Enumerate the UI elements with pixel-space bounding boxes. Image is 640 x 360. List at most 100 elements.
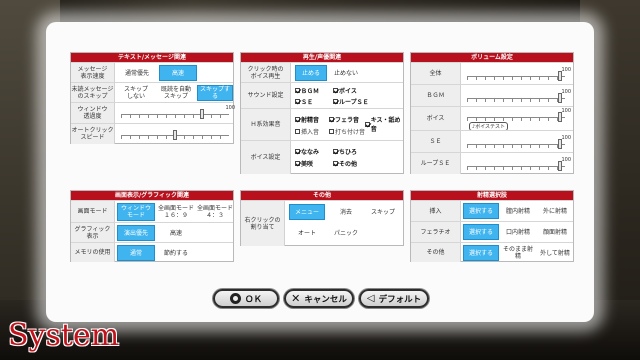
checkbox-box: [295, 88, 300, 93]
volume-se-slider[interactable]: 100: [467, 135, 571, 149]
ejac-insert-label: 挿入: [411, 201, 461, 221]
default-button[interactable]: ◁ デフォルト: [359, 289, 429, 308]
click-voice-stop-option[interactable]: 止める: [295, 65, 327, 81]
other-settings-header: その他: [241, 191, 403, 200]
checkbox-box: [333, 149, 338, 154]
right-click-auto-option[interactable]: オート: [289, 225, 325, 241]
ejaculation-sound-checkbox[interactable]: 射精音: [295, 115, 319, 124]
right-click-erase-option[interactable]: 消去: [329, 204, 363, 220]
volume-master-label: 全体: [411, 63, 461, 84]
slider-max-label: 100: [561, 89, 571, 95]
volume-bgm-slider[interactable]: 100: [467, 89, 571, 103]
other-voice-checkbox[interactable]: その他: [333, 159, 357, 168]
ejac-insert-choose-option[interactable]: 選択する: [463, 203, 499, 219]
auto-click-speed-slider[interactable]: [121, 130, 229, 140]
ok-button-label: ＯＫ: [244, 294, 262, 305]
ejac-other-pullout-option[interactable]: 外して射精: [537, 245, 573, 261]
ejac-other-asis-option[interactable]: そのまま射精: [501, 245, 535, 261]
voice-settings-group: 再生/声優関連 クリック時の ボイス再生 止める 止めない サウンド設定 ＢＧＭ …: [240, 52, 404, 174]
graphics-row: グラフィック 表示 演出優先 高速: [71, 222, 233, 242]
nanami-checkbox[interactable]: ななみ: [295, 147, 319, 156]
fellatio-sound-label: フェラ音: [335, 117, 360, 124]
h-sound-row: Ｈ系効果音 射精音 フェラ音 キス・舐め音 挿入音 打ち付け音: [241, 108, 403, 140]
insert-sound-checkbox[interactable]: 挿入音: [295, 127, 319, 136]
right-click-menu-option[interactable]: メニュー: [289, 204, 325, 220]
volume-loop-se-slider[interactable]: 100: [467, 157, 571, 171]
ejac-other-row: その他 選択する そのまま射精 外して射精: [411, 242, 573, 262]
slider-knob[interactable]: [558, 112, 563, 122]
skip-unread-auto-option[interactable]: 既読を自動 スキップ: [157, 85, 195, 101]
slider-max-label: 100: [561, 108, 571, 114]
window-mode-option[interactable]: ウィンドウ モード: [117, 203, 155, 221]
volume-voice-label: ボイス: [411, 107, 461, 130]
slider-knob[interactable]: [173, 130, 177, 140]
fellatio-sound-checkbox[interactable]: フェラ音: [329, 115, 359, 124]
slider-knob[interactable]: [558, 139, 563, 149]
sound-settings-label: サウンド設定: [241, 83, 291, 108]
skip-unread-row: 未読メッセージ のスキップ スキップ しない 既読を自動 スキップ スキップする: [71, 82, 233, 102]
misaki-label: 美咲: [301, 161, 314, 168]
ejac-fellatio-label: フェラチオ: [411, 222, 461, 242]
slider-knob[interactable]: [200, 109, 204, 119]
slider-knob[interactable]: [558, 71, 563, 81]
ejac-fellatio-choose-option[interactable]: 選択する: [463, 224, 499, 240]
window-transparency-row: ウィンドウ 透過度 100: [71, 102, 235, 123]
slider-knob[interactable]: [558, 161, 563, 171]
graphics-effect-option[interactable]: 演出優先: [117, 225, 155, 241]
kiss-sound-label: キス・舐め音: [370, 117, 401, 133]
se-checkbox[interactable]: ＳＥ: [295, 97, 313, 106]
ejac-other-choose-option[interactable]: 選択する: [463, 245, 499, 261]
volume-bgm-label: ＢＧＭ: [411, 85, 461, 106]
volume-bgm-row: ＢＧＭ 100: [411, 84, 573, 106]
message-speed-label: メッセージ 表示速度: [71, 63, 115, 82]
ok-button[interactable]: ＯＫ: [213, 289, 279, 308]
click-voice-continue-option[interactable]: 止めない: [329, 65, 363, 81]
slider-ticks: [467, 144, 565, 148]
message-speed-normal-option[interactable]: 通常優先: [117, 65, 157, 81]
default-arrow-icon: ◁: [366, 293, 375, 304]
right-click-skip-option[interactable]: スキップ: [365, 204, 401, 220]
skip-unread-yes-option[interactable]: スキップする: [197, 85, 233, 101]
auto-click-speed-label: オートクリック スピード: [71, 124, 115, 144]
auto-click-speed-row: オートクリック スピード: [71, 123, 233, 144]
volume-settings-header: ボリューム設定: [411, 53, 573, 62]
message-speed-fast-option[interactable]: 高速: [159, 65, 197, 81]
fullscreen-4-3-option[interactable]: 全画面モード ４：３: [197, 203, 233, 221]
checkbox-box: [333, 88, 338, 93]
memory-save-option[interactable]: 節約する: [157, 245, 195, 261]
bgm-checkbox[interactable]: ＢＧＭ: [295, 86, 319, 95]
text-settings-group: テキスト/メッセージ関連 メッセージ 表示速度 通常優先 高速 未読メッセージ のス…: [70, 52, 235, 144]
kiss-sound-checkbox[interactable]: キス・舐め音: [365, 115, 403, 133]
volume-master-slider[interactable]: 100: [467, 67, 571, 81]
ejac-insert-inside-option[interactable]: 膣内射精: [501, 203, 535, 219]
ejac-fellatio-mouth-option[interactable]: 口内射精: [501, 224, 535, 240]
default-button-label: デフォルト: [378, 294, 422, 305]
misaki-checkbox[interactable]: 美咲: [295, 159, 313, 168]
graphics-fast-option[interactable]: 高速: [157, 225, 195, 241]
checkbox-box: [295, 129, 300, 134]
skip-unread-no-option[interactable]: スキップ しない: [117, 85, 155, 101]
slider-knob[interactable]: [558, 93, 563, 103]
volume-settings-group: ボリューム設定 全体 100 ＢＧＭ 100 ボイス 100 ♪ボイステスト Ｓ…: [410, 52, 574, 174]
chihiro-checkbox[interactable]: ちひろ: [333, 147, 357, 156]
fullscreen-16-9-option[interactable]: 全画面モード １６：９: [157, 203, 195, 221]
window-transparency-slider[interactable]: 100: [121, 105, 235, 119]
se-checkbox-label: ＳＥ: [301, 99, 314, 106]
click-voice-row: クリック時の ボイス再生 止める 止めない: [241, 62, 403, 82]
right-click-panic-option[interactable]: パニック: [329, 225, 363, 241]
display-settings-header: 画面表示/グラフィック関連: [71, 191, 233, 200]
checkbox-box: [333, 161, 338, 166]
loop-se-checkbox[interactable]: ループＳＥ: [333, 97, 369, 106]
ejac-insert-outside-option[interactable]: 外に射精: [537, 203, 573, 219]
thrust-sound-checkbox[interactable]: 打ち付け音: [329, 127, 365, 136]
checkbox-box: [333, 99, 338, 104]
voice-checkbox[interactable]: ボイス: [333, 86, 357, 95]
volume-voice-slider[interactable]: 100: [467, 108, 571, 122]
memory-normal-option[interactable]: 通常: [117, 245, 155, 261]
volume-master-row: 全体 100: [411, 62, 573, 84]
thrust-sound-label: 打ち付け音: [335, 129, 366, 136]
voice-settings-header: 再生/声優関連: [241, 53, 403, 62]
click-voice-label: クリック時の ボイス再生: [241, 63, 291, 82]
cancel-button[interactable]: ✕ キャンセル: [284, 289, 354, 308]
ejac-fellatio-face-option[interactable]: 顔面射精: [537, 224, 573, 240]
